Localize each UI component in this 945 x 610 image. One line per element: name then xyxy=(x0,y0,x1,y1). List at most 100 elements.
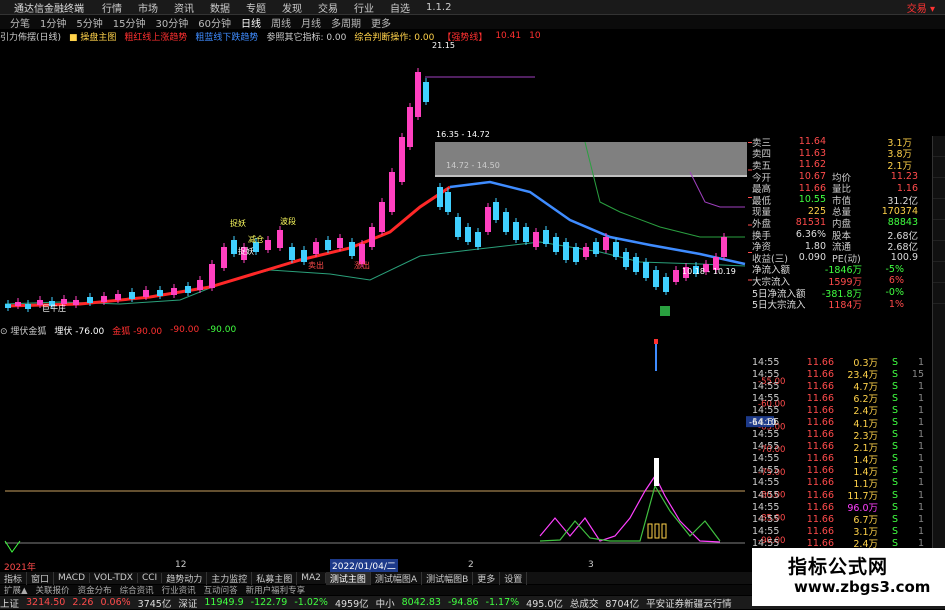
tick-time: 14:55 xyxy=(752,489,780,501)
tick-count: 1 xyxy=(917,501,924,513)
indicator-tab[interactable]: CCI xyxy=(138,573,163,583)
period-tab[interactable]: 更多 xyxy=(371,15,391,30)
tool-button[interactable] xyxy=(933,199,945,220)
status-item: 3214.50 xyxy=(26,597,66,608)
tick-time: 14:55 xyxy=(752,417,780,429)
chart-annotation: 捉妖 xyxy=(230,218,246,228)
tick-price: 11.66 xyxy=(806,453,834,465)
menu-item[interactable]: 1.1.2 xyxy=(426,2,451,13)
tool-button[interactable] xyxy=(933,178,945,199)
tick-price: 11.66 xyxy=(806,417,834,429)
status-item: -94.86 xyxy=(447,597,479,608)
tick-count: 1 xyxy=(917,489,924,501)
menu-item[interactable]: 资讯 xyxy=(174,0,194,15)
period-tab[interactable]: 日线 xyxy=(241,15,261,30)
candle xyxy=(389,172,395,212)
sub-indicator-label: 金狐 -90.00 xyxy=(112,326,163,337)
x-label: 2 xyxy=(468,560,474,570)
tool-button[interactable] xyxy=(933,262,945,283)
menu-item[interactable]: 市场 xyxy=(138,0,158,15)
indicator-tab[interactable]: 更多 xyxy=(473,571,501,585)
indicator-tab[interactable]: 测试主图 xyxy=(325,571,371,585)
tool-button[interactable] xyxy=(933,220,945,241)
candle xyxy=(101,296,107,302)
menu-item[interactable]: 发现 xyxy=(282,0,302,15)
candle xyxy=(337,238,343,248)
menu-item[interactable]: 专题 xyxy=(246,0,266,15)
menu-item[interactable]: 交易 xyxy=(318,0,338,15)
status-item: 0.06% xyxy=(100,597,131,608)
candle xyxy=(623,252,629,267)
tick-count: 1 xyxy=(917,380,924,392)
candle xyxy=(573,247,579,262)
period-tab[interactable]: 30分钟 xyxy=(155,15,188,30)
indicator-tab[interactable]: 主力监控 xyxy=(207,571,253,585)
price-chart[interactable]: 13.0012.0011.0010.009.008.0021.1516.35 -… xyxy=(0,42,752,324)
quote-value: 81531 xyxy=(795,217,826,229)
extension-tab[interactable]: 扩展▲ xyxy=(0,584,32,596)
extension-tab[interactable]: 新用户福利专享 xyxy=(242,584,310,596)
indicator-tab[interactable]: 指标 xyxy=(0,571,28,585)
right-toolbar[interactable] xyxy=(932,136,945,584)
candle xyxy=(369,227,375,247)
candle xyxy=(157,290,163,296)
flow-label: 5日大宗流入 xyxy=(752,300,806,312)
indicator-tab[interactable]: MACD xyxy=(54,573,91,583)
tick-price: 11.66 xyxy=(806,525,834,537)
period-tab[interactable]: 月线 xyxy=(301,15,321,30)
tick-price: 11.66 xyxy=(806,429,834,441)
tick-count: 1 xyxy=(917,441,924,453)
menu-item[interactable]: 数据 xyxy=(210,0,230,15)
tick-price: 11.66 xyxy=(806,489,834,501)
menu-item[interactable]: 行业 xyxy=(354,0,374,15)
period-bar: 分笔 1分钟 5分钟 15分钟 30分钟 60分钟 日线 周线 月线 多周期 更多 xyxy=(0,15,945,30)
period-tab[interactable]: 分笔 xyxy=(10,15,30,30)
period-tab[interactable]: 15分钟 xyxy=(113,15,146,30)
tool-button[interactable] xyxy=(933,241,945,262)
menu-item[interactable]: 行情 xyxy=(102,0,122,15)
period-tab[interactable]: 1分钟 xyxy=(40,15,66,30)
candle xyxy=(115,294,121,300)
indicator-tab[interactable]: VOL-TDX xyxy=(90,573,138,583)
indicator-tab[interactable]: 趋势动力 xyxy=(162,571,208,585)
x-label-selected: 2022/01/04/二 xyxy=(330,559,398,572)
trade-menu[interactable]: 交易 ▾ xyxy=(907,0,935,15)
chart-annotation: 捉妖 xyxy=(238,246,254,256)
menu-item[interactable]: 自选 xyxy=(390,0,410,15)
indicator-tab[interactable]: 私募主图 xyxy=(252,571,298,585)
candle xyxy=(603,237,609,250)
trade-list[interactable]: 14:55 11.66 0.3万 S 1 14:55 11.66 23.4万 S 15 14:55 1… xyxy=(752,356,930,563)
tick-time: 14:55 xyxy=(752,453,780,465)
period-tab[interactable]: 60分钟 xyxy=(198,15,231,30)
extension-tab[interactable]: 资金分布 xyxy=(74,584,116,596)
extension-tab[interactable]: 综合资讯 xyxy=(116,584,158,596)
extension-tab[interactable]: 关联报价 xyxy=(32,584,74,596)
period-tab[interactable]: 多周期 xyxy=(331,15,361,30)
candle xyxy=(185,286,191,293)
indicator-tab[interactable]: 设置 xyxy=(500,571,528,585)
ask-price: 11.62 xyxy=(798,159,826,171)
extension-tab[interactable]: 互动问答 xyxy=(200,584,242,596)
indicator-tab[interactable]: 测试幅图B xyxy=(422,571,474,585)
sub-chart[interactable]: -55.00-60.00-64.10-65.00-70.00-75.00-80.… xyxy=(0,336,790,560)
period-tab[interactable]: 周线 xyxy=(271,15,291,30)
quote-value: 10.67 xyxy=(798,171,826,183)
tick-count: 1 xyxy=(917,392,924,404)
extension-tab[interactable]: 行业资讯 xyxy=(158,584,200,596)
indicator-tab[interactable]: 测试幅图A xyxy=(371,571,423,585)
candle xyxy=(437,187,443,207)
indicator-tab[interactable]: MA2 xyxy=(297,573,326,583)
quote-value: 1.80 xyxy=(804,240,826,252)
quote-value: 6.36% xyxy=(795,229,826,241)
tool-button[interactable] xyxy=(933,157,945,178)
quote-value: 170374 xyxy=(881,205,918,217)
tick-side: S xyxy=(891,489,898,501)
tool-button[interactable] xyxy=(933,283,945,304)
candle xyxy=(197,280,203,290)
indicator-tab[interactable]: 窗口 xyxy=(27,571,55,585)
candle xyxy=(277,230,283,248)
tool-button[interactable] xyxy=(933,136,945,157)
quote-value: 225 xyxy=(807,205,826,217)
period-tab[interactable]: 5分钟 xyxy=(76,15,102,30)
quote-value: 10.55 xyxy=(798,194,826,206)
